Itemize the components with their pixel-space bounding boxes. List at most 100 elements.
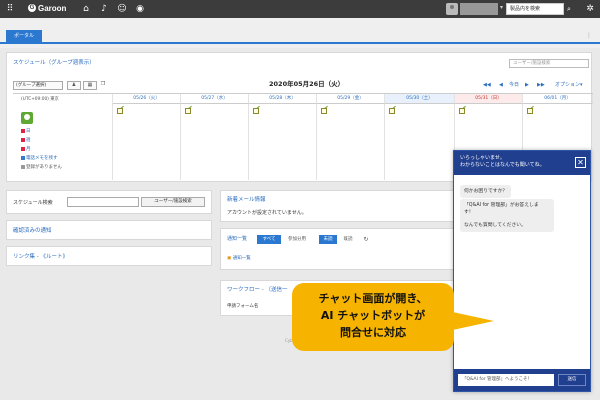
user-avatar[interactable] bbox=[446, 3, 458, 15]
links-panel: リンク集 - 《ルート》 bbox=[6, 246, 212, 266]
user-facility-search-button[interactable]: ユーザー/施設検索 bbox=[141, 197, 205, 207]
notification-list-label: 通知一覧 bbox=[232, 256, 251, 261]
close-icon[interactable]: ✕ bbox=[575, 157, 586, 168]
nav-last[interactable]: ▶▶ bbox=[537, 81, 545, 89]
day-header-sunday[interactable]: 05/31（日） bbox=[455, 94, 523, 104]
app-menu-icon[interactable]: ⠿ bbox=[4, 3, 16, 15]
edit-icon[interactable] bbox=[185, 108, 191, 114]
chat-message-line: なんでも質問してください。 bbox=[464, 223, 526, 228]
workflow-column-header: 申請フォーム名 bbox=[227, 304, 259, 309]
user-icon[interactable] bbox=[21, 112, 33, 124]
tab-unread[interactable]: 未読 bbox=[319, 235, 337, 244]
gear-icon[interactable]: ✲ bbox=[584, 3, 596, 15]
edit-icon[interactable] bbox=[321, 108, 327, 114]
day-header[interactable]: 05/26（火） bbox=[113, 94, 181, 104]
garoon-logo-mark: G bbox=[28, 4, 36, 12]
chat-header: いらっしゃいませ。 わからないことはなんでも聞いてね。 ✕ bbox=[454, 151, 590, 175]
callout-pointer bbox=[448, 311, 494, 331]
tab-all[interactable]: すべて bbox=[257, 235, 281, 244]
new-mail-title[interactable]: 新着メール情報 bbox=[227, 196, 266, 204]
edit-icon[interactable] bbox=[389, 108, 395, 114]
user-filter-icon[interactable]: ♟ bbox=[67, 81, 81, 90]
schedule-title[interactable]: スケジュール（グループ週表示） bbox=[13, 59, 95, 67]
garoon-logo[interactable]: G Garoon bbox=[28, 4, 66, 14]
no-registration-text: 登録がありません bbox=[21, 164, 62, 171]
edit-icon[interactable] bbox=[253, 108, 259, 114]
day-header-saturday[interactable]: 05/30（土） bbox=[385, 94, 455, 104]
user-search-input[interactable]: ユーザー/施設検索 bbox=[509, 59, 589, 68]
day-header[interactable]: 05/27（水） bbox=[181, 94, 249, 104]
tab-portal[interactable]: ポータル bbox=[6, 30, 42, 42]
calendar-icon bbox=[21, 146, 25, 151]
phone-memo-link[interactable]: 電話メモを残す bbox=[21, 155, 58, 162]
globe-icon[interactable]: ◉ bbox=[134, 3, 146, 15]
chat-greeting: いらっしゃいませ。 bbox=[460, 155, 505, 161]
schedule-search-input[interactable] bbox=[67, 197, 139, 207]
confirmed-notifications-title[interactable]: 確認済みの通知 bbox=[13, 227, 52, 235]
smiley-icon[interactable]: ☺ bbox=[116, 3, 128, 15]
chat-message: 何かお困りですか？ bbox=[460, 185, 512, 198]
view-select-icon[interactable]: ▦ bbox=[83, 81, 97, 90]
refresh-icon[interactable]: ↻ bbox=[361, 235, 371, 244]
view-day-link[interactable]: 日 bbox=[21, 128, 31, 135]
day-cell[interactable] bbox=[181, 104, 249, 180]
options-menu[interactable]: オプション▾ bbox=[555, 81, 583, 89]
tab-underline bbox=[0, 42, 600, 44]
portal-menu-icon[interactable]: ⋮ bbox=[586, 32, 592, 39]
day-cell[interactable] bbox=[385, 104, 455, 180]
calendar-icon bbox=[21, 128, 25, 133]
portal-tab-row: ポータル ⋮ bbox=[0, 18, 600, 48]
confirmed-notifications-panel: 確認済みの通知 bbox=[6, 220, 212, 240]
day-cell[interactable] bbox=[113, 104, 181, 180]
chat-footer: 「Q&AI for 管理部」へようこそ！ 送信 bbox=[454, 369, 590, 391]
copy-icon[interactable]: ❐ bbox=[99, 81, 107, 90]
day-cell[interactable] bbox=[249, 104, 317, 180]
view-month-link[interactable]: 月 bbox=[21, 146, 31, 153]
edit-icon[interactable] bbox=[527, 108, 533, 114]
notification-icon: ▣ bbox=[227, 256, 232, 261]
phone-memo-icon bbox=[21, 155, 25, 160]
edit-icon[interactable] bbox=[117, 108, 123, 114]
timezone-label: (UTC+09:00) 東京 bbox=[21, 97, 59, 102]
send-button[interactable]: 送信 bbox=[558, 374, 586, 386]
notifications-title[interactable]: 通知一覧 bbox=[227, 235, 247, 243]
chatbot-window: いらっしゃいませ。 わからないことはなんでも聞いてね。 ✕ 何かお困りですか？ … bbox=[453, 150, 591, 392]
nav-prev[interactable]: ◀ bbox=[499, 81, 503, 89]
notifications-panel: 通知一覧 すべて 参加分用 未読 既読 ↻ ▣ 通知一覧 bbox=[220, 228, 460, 270]
search-icon[interactable]: ⌕ bbox=[564, 3, 574, 15]
chevron-down-icon[interactable]: ▾ bbox=[500, 4, 503, 11]
chat-greeting-sub: わからないことはなんでも聞いてね。 bbox=[460, 162, 545, 168]
logo-text: Garoon bbox=[38, 4, 67, 13]
calendar-icon bbox=[21, 137, 25, 142]
new-mail-panel: 新着メール情報 アカウントが設定されていません。 bbox=[220, 190, 460, 222]
nav-today[interactable]: 今日 bbox=[509, 81, 519, 89]
links-title[interactable]: リンク集 - 《ルート》 bbox=[13, 253, 68, 261]
workflow-title[interactable]: ワークフロー - （送信一 bbox=[227, 286, 287, 294]
day-cell[interactable] bbox=[317, 104, 385, 180]
home-icon[interactable]: ⌂ bbox=[80, 3, 92, 15]
nav-first[interactable]: ◀◀ bbox=[483, 81, 491, 89]
bell-icon[interactable]: ♪ bbox=[98, 3, 110, 15]
chat-input[interactable]: 「Q&AI for 管理部」へようこそ！ bbox=[458, 374, 554, 386]
edit-icon[interactable] bbox=[459, 108, 465, 114]
tab-read[interactable]: 既読 bbox=[339, 235, 357, 244]
link-label: 日 bbox=[26, 129, 31, 134]
current-date: 2020年05月26日（火） bbox=[269, 80, 345, 88]
view-week-link[interactable]: 週 bbox=[21, 137, 31, 144]
global-search-input[interactable]: 製品内を検索 bbox=[506, 3, 564, 15]
user-name-redacted[interactable] bbox=[460, 3, 498, 15]
day-header[interactable]: 06/01（月） bbox=[523, 94, 593, 104]
callout-line: 問合せに対応 bbox=[340, 326, 406, 339]
link-label: 月 bbox=[26, 147, 31, 152]
day-header[interactable]: 05/29（金） bbox=[317, 94, 385, 104]
group-select[interactable]: (グループ選択) bbox=[13, 81, 63, 90]
tab-participating[interactable]: 参加分用 bbox=[283, 235, 311, 244]
notification-list-link[interactable]: ▣ 通知一覧 bbox=[227, 255, 251, 261]
chat-message-line: す！ bbox=[464, 210, 474, 215]
day-header[interactable]: 05/28（木） bbox=[249, 94, 317, 104]
top-bar: ⠿ G Garoon ⌂ ♪ ☺ ◉ ▾ 製品内を検索 ⌕ ✲ bbox=[0, 0, 600, 18]
link-label: 週 bbox=[26, 138, 31, 143]
schedule-search-label: スケジュール検索 bbox=[13, 200, 53, 206]
callout-line: チャット画面が開き、 bbox=[318, 292, 428, 305]
nav-next[interactable]: ▶ bbox=[525, 81, 529, 89]
